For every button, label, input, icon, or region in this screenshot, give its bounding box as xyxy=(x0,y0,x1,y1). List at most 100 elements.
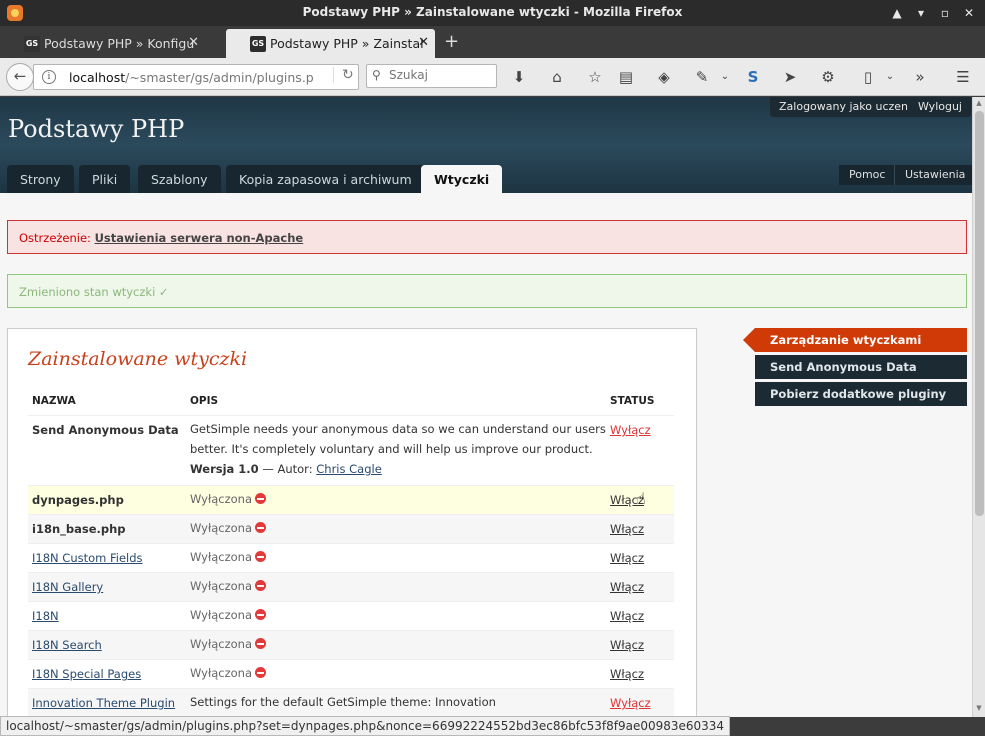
plugin-name: I18N Gallery xyxy=(28,572,186,602)
scroll-down-arrow-icon[interactable]: ▼ xyxy=(973,704,985,712)
tab-close-icon[interactable]: ✕ xyxy=(188,35,199,50)
plugin-name: i18n_base.php xyxy=(28,514,186,544)
settings-button[interactable]: Ustawienia xyxy=(894,165,972,185)
plugin-status: Wyłącz xyxy=(606,415,674,486)
status-bar-url: localhost/~smaster/gs/admin/plugins.php?… xyxy=(0,716,731,736)
window-titlebar: Podstawy PHP » Zainstalowane wtyczki - M… xyxy=(0,0,985,26)
disabled-icon xyxy=(255,667,267,678)
home-icon[interactable]: ⌂ xyxy=(547,67,567,87)
search-box[interactable]: ⚲ xyxy=(366,64,497,88)
send-icon[interactable]: ➤ xyxy=(780,67,800,87)
warning-alert: Ostrzeżenie: Ustawienia serwera non-Apac… xyxy=(7,220,967,254)
plugin-name: I18N Special Pages xyxy=(28,659,186,689)
plugin-name-link[interactable]: I18N Gallery xyxy=(32,580,103,594)
extension-icon[interactable]: ⚙ xyxy=(818,67,838,87)
page-title: Zainstalowane wtyczki xyxy=(28,348,248,370)
scroll-up-arrow-icon[interactable]: ▲ xyxy=(973,99,985,107)
plugin-status: Włącz xyxy=(606,543,674,573)
reload-icon[interactable]: ↻ xyxy=(333,67,354,83)
site-title[interactable]: Podstawy PHP xyxy=(8,115,184,143)
search-input[interactable] xyxy=(389,68,489,82)
bookmark-star-icon[interactable]: ☆ xyxy=(585,67,605,87)
plugins-panel: Zainstalowane wtyczki NAZWA OPIS STATUS … xyxy=(7,328,697,717)
plugin-desc-text: GetSimple needs your anonymous data so w… xyxy=(190,422,606,456)
overflow-menu-icon[interactable]: » xyxy=(910,67,930,87)
disabled-icon xyxy=(255,609,267,620)
plugin-description: Settings for the default GetSimple theme… xyxy=(186,688,606,717)
plugin-name-link[interactable]: Innovation Theme Plugin xyxy=(32,696,175,710)
table-row: I18N Search Wyłączona Włącz xyxy=(28,630,674,660)
enable-link[interactable]: Włącz xyxy=(610,638,644,652)
maximize-button[interactable]: ▫ xyxy=(936,4,954,22)
clipboard-icon[interactable]: ▯ xyxy=(858,67,878,87)
table-row: i18n_base.php Wyłączona Włącz xyxy=(28,514,674,544)
logout-button[interactable]: Wyloguj xyxy=(909,97,971,117)
plugin-name-link[interactable]: I18N xyxy=(32,609,59,623)
disabled-icon xyxy=(255,522,267,533)
site-info-icon[interactable]: i xyxy=(42,70,56,84)
plugin-description: GetSimple needs your anonymous data so w… xyxy=(186,415,606,486)
plugin-version: Wersja 1.0 xyxy=(190,462,259,476)
plugin-description: Wyłączona xyxy=(186,543,606,573)
enable-link[interactable]: Włącz xyxy=(610,522,644,536)
table-row: dynpages.php Wyłączona Włącz xyxy=(28,485,674,515)
dropdown-arrow-icon[interactable]: ⌄ xyxy=(880,67,900,87)
disabled-label: Wyłączona xyxy=(190,521,253,535)
close-window-button[interactable]: ✕ xyxy=(960,4,978,22)
download-icon[interactable]: ⬇ xyxy=(509,67,529,87)
plugin-name-link[interactable]: I18N Special Pages xyxy=(32,667,141,681)
logged-in-label: Zalogowany jako uczen! xyxy=(770,97,922,117)
back-button[interactable]: ← xyxy=(6,63,34,91)
table-header-row: NAZWA OPIS STATUS xyxy=(28,391,674,416)
nav-tab-pliki[interactable]: Pliki xyxy=(79,165,131,193)
dropdown-arrow-icon[interactable]: ⌄ xyxy=(715,67,735,87)
disabled-icon xyxy=(255,580,267,591)
search-icon: ⚲ xyxy=(372,68,381,82)
sidebar-item-manage-plugins[interactable]: Zarządzanie wtyczkami xyxy=(743,328,967,352)
scrollbar-thumb[interactable] xyxy=(975,111,984,516)
enable-link[interactable]: Włącz xyxy=(610,609,644,623)
bookmarks-menu-icon[interactable]: ▤ xyxy=(616,67,636,87)
sidebar-item-send-anonymous-data[interactable]: Send Anonymous Data xyxy=(755,355,967,379)
page-scrollbar[interactable]: ▲ ▼ xyxy=(972,97,985,717)
new-tab-icon[interactable]: + xyxy=(444,31,459,52)
disable-link[interactable]: Wyłącz xyxy=(610,423,651,437)
tab-strip: GS Podstawy PHP » Konfigu ✕ GS Podstawy … xyxy=(0,26,985,58)
help-button[interactable]: Pomoc xyxy=(839,165,896,185)
disabled-label: Wyłączona xyxy=(190,608,253,622)
success-alert: Zmieniono stan wtyczki ✓ xyxy=(7,274,967,308)
warning-link[interactable]: Ustawienia serwera non-Apache xyxy=(95,231,304,245)
eyedropper-icon[interactable]: ✎ xyxy=(692,67,712,87)
hamburger-menu-icon[interactable]: ☰ xyxy=(953,67,973,87)
browser-tab-config[interactable]: GS Podstawy PHP » Konfigu ✕ xyxy=(0,29,205,58)
nav-tab-wtyczki[interactable]: Wtyczki xyxy=(421,165,503,193)
s-extension-icon[interactable]: S xyxy=(743,67,763,87)
disabled-label: Wyłączona xyxy=(190,637,253,651)
table-row: I18N Special Pages Wyłączona Włącz xyxy=(28,659,674,689)
plugin-name-link[interactable]: I18N Custom Fields xyxy=(32,551,143,565)
column-header-name: NAZWA xyxy=(28,391,186,416)
nav-tab-szablony[interactable]: Szablony xyxy=(138,165,221,193)
plugin-name: I18N xyxy=(28,601,186,631)
plugin-author-link[interactable]: Chris Cagle xyxy=(316,462,382,476)
disable-link[interactable]: Wyłącz xyxy=(610,696,651,710)
enable-link[interactable]: Włącz xyxy=(610,580,644,594)
gs-favicon-icon: GS xyxy=(24,36,40,52)
minimize-button[interactable]: ▾ xyxy=(912,4,930,22)
browser-tab-plugins[interactable]: GS Podstawy PHP » Zainstal ✕ xyxy=(226,29,435,58)
scroll-up-icon[interactable]: ▲ xyxy=(888,4,906,22)
enable-link[interactable]: Włącz xyxy=(610,551,644,565)
sidebar-item-download-plugins[interactable]: Pobierz dodatkowe pluginy xyxy=(755,382,967,406)
disabled-icon xyxy=(255,638,267,649)
nav-tab-backup[interactable]: Kopia zapasowa i archiwum xyxy=(226,165,425,193)
pocket-icon[interactable]: ◈ xyxy=(654,67,674,87)
plugin-author-sep: — Autor: xyxy=(262,462,313,476)
table-row: I18N Custom Fields Wyłączona Włącz xyxy=(28,543,674,573)
plugin-name-link[interactable]: I18N Search xyxy=(32,638,102,652)
url-bar[interactable]: i localhost/~smaster/gs/admin/plugins.p … xyxy=(33,64,359,90)
enable-link[interactable]: Włącz xyxy=(610,667,644,681)
tab-close-icon[interactable]: ✕ xyxy=(418,35,429,50)
plugin-name: I18N Custom Fields xyxy=(28,543,186,573)
plugin-status: Wyłącz xyxy=(606,688,674,717)
nav-tab-strony[interactable]: Strony xyxy=(7,165,74,193)
